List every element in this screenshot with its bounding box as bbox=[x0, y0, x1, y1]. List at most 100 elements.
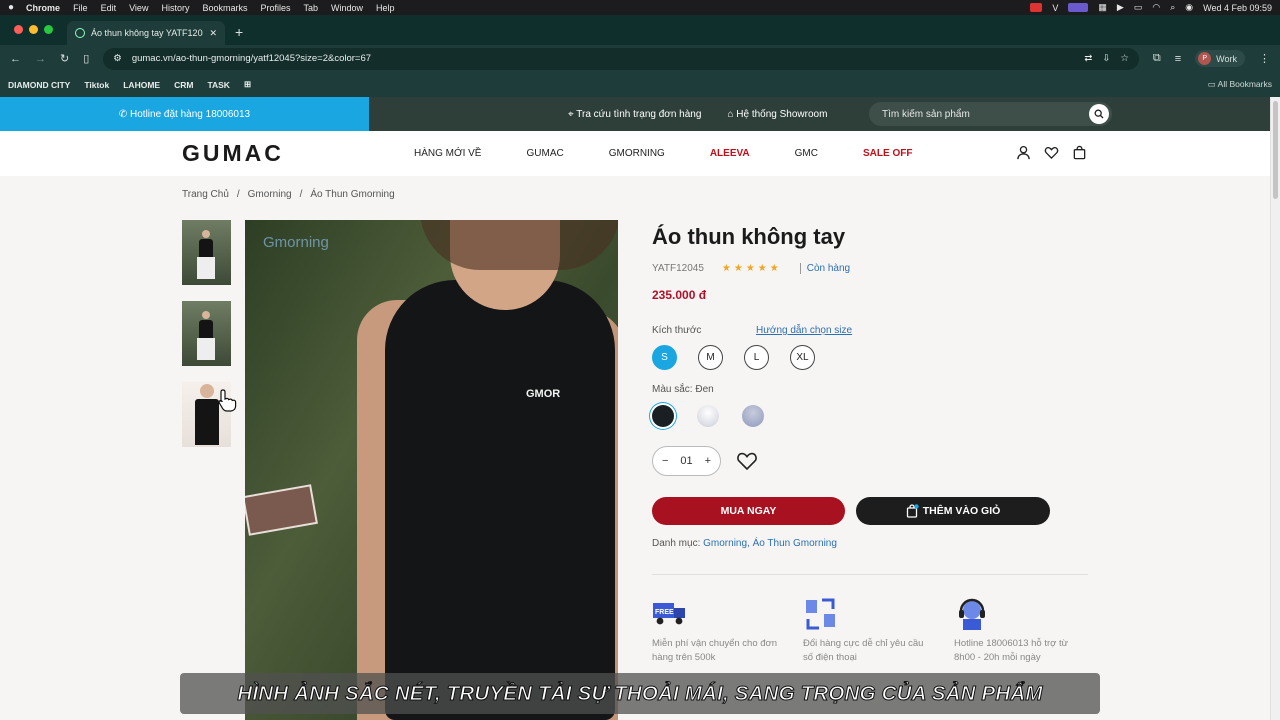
close-tab-icon[interactable]: ✕ bbox=[209, 28, 217, 39]
bookmark-star-icon[interactable]: ☆ bbox=[1120, 53, 1129, 64]
size-option-m[interactable]: M bbox=[698, 345, 723, 370]
color-swatch-white[interactable] bbox=[697, 405, 719, 427]
v-app-icon[interactable]: V bbox=[1052, 3, 1058, 13]
size-options: S M L XL bbox=[652, 345, 815, 370]
nav-sale-off[interactable]: SALE OFF bbox=[863, 148, 912, 159]
site-search[interactable]: Tìm kiếm sản phẩm bbox=[869, 102, 1112, 126]
showroom-link[interactable]: ⌂ Hệ thống Showroom bbox=[727, 109, 827, 120]
bookmark-lahome[interactable]: LAHOME bbox=[123, 80, 160, 90]
menu-file[interactable]: File bbox=[73, 3, 88, 13]
site-info-icon[interactable]: ⚙ bbox=[113, 53, 122, 64]
recording-icon[interactable] bbox=[1030, 3, 1043, 12]
buy-now-button[interactable]: MUA NGAY bbox=[652, 497, 845, 525]
bookmark-tiktok[interactable]: Tiktok bbox=[84, 80, 109, 90]
shopping-bag-icon[interactable] bbox=[1072, 145, 1087, 160]
nav-new-arrivals[interactable]: HÀNG MỚI VỀ bbox=[414, 148, 481, 159]
qty-decrease-button[interactable]: − bbox=[662, 455, 668, 467]
breadcrumb-home[interactable]: Trang Chủ bbox=[182, 189, 229, 200]
battery-icon[interactable]: ▭ bbox=[1134, 2, 1143, 13]
qty-value[interactable]: 01 bbox=[680, 455, 692, 467]
wishlist-heart-icon[interactable] bbox=[1044, 145, 1059, 160]
new-tab-button[interactable]: + bbox=[225, 24, 253, 45]
menu-chrome[interactable]: Chrome bbox=[26, 3, 60, 13]
screen-share-icon[interactable] bbox=[1068, 3, 1089, 12]
menu-tab[interactable]: Tab bbox=[304, 3, 319, 13]
nav-aleeva[interactable]: ALEEVA bbox=[710, 148, 750, 159]
apps-grid-icon[interactable]: ⊞ bbox=[244, 79, 251, 90]
search-button[interactable] bbox=[1089, 104, 1109, 124]
control-center-icon[interactable]: ◉ bbox=[1185, 2, 1193, 13]
menu-history[interactable]: History bbox=[161, 3, 189, 13]
zoom-window-button[interactable] bbox=[44, 25, 53, 34]
browser-tab-active[interactable]: Áo thun không tay YATF1204 ✕ bbox=[67, 21, 225, 45]
category-links[interactable]: Gmorning, Áo Thun Gmorning bbox=[703, 538, 837, 549]
spotlight-icon[interactable]: ⌕ bbox=[1170, 2, 1175, 13]
keyboard-icon[interactable]: ▦ bbox=[1098, 2, 1107, 13]
install-icon[interactable]: ⇩ bbox=[1102, 53, 1110, 64]
nav-gmc[interactable]: GMC bbox=[795, 148, 818, 159]
size-option-s[interactable]: S bbox=[652, 345, 677, 370]
page-scrollbar[interactable] bbox=[1270, 97, 1280, 720]
feature-hotline-text: Hotline 18006013 hỗ trợ từ 8h00 - 20h mỗ… bbox=[954, 638, 1068, 663]
more-menu-icon[interactable]: ⋮ bbox=[1259, 52, 1270, 65]
profile-button[interactable]: P Work bbox=[1195, 50, 1245, 67]
menu-profiles[interactable]: Profiles bbox=[260, 3, 290, 13]
reload-icon[interactable]: ↻ bbox=[60, 52, 69, 65]
apple-icon[interactable]: ● bbox=[8, 2, 14, 13]
close-window-button[interactable] bbox=[14, 25, 23, 34]
forward-icon[interactable]: → bbox=[35, 53, 46, 65]
bookmarks-bar: DIAMOND CITY Tiktok LAHOME CRM TASK ⊞ ▭ … bbox=[0, 72, 1280, 97]
bookmark-crm[interactable]: CRM bbox=[174, 80, 193, 90]
back-icon[interactable]: ← bbox=[10, 53, 21, 65]
window-controls bbox=[0, 25, 63, 45]
url-text[interactable]: gumac.vn/ao-thun-gmorning/yatf12045?size… bbox=[132, 53, 371, 64]
main-menu: HÀNG MỚI VỀ GUMAC GMORNING ALEEVA GMC SA… bbox=[414, 131, 912, 176]
all-bookmarks[interactable]: ▭ All Bookmarks bbox=[1208, 79, 1272, 90]
order-lookup-link[interactable]: ⌖ Tra cứu tình trạng đơn hàng bbox=[568, 109, 701, 120]
menu-help[interactable]: Help bbox=[376, 3, 395, 13]
scrollbar-thumb[interactable] bbox=[1273, 101, 1278, 199]
nav-gumac[interactable]: GUMAC bbox=[526, 148, 563, 159]
hotline-banner[interactable]: ✆ Hotline đặt hàng 18006013 bbox=[0, 97, 369, 131]
play-icon[interactable]: ▶ bbox=[1117, 2, 1124, 13]
site-logo[interactable]: GUMAC bbox=[182, 140, 284, 167]
bookmark-task[interactable]: TASK bbox=[207, 80, 230, 90]
minimize-window-button[interactable] bbox=[29, 25, 38, 34]
search-input[interactable]: Tìm kiếm sản phẩm bbox=[882, 109, 970, 120]
sidebar-icon[interactable]: ▯ bbox=[83, 52, 89, 65]
color-label: Màu sắc: Đen bbox=[652, 384, 714, 395]
menu-window[interactable]: Window bbox=[331, 3, 363, 13]
address-bar[interactable]: ⚙ gumac.vn/ao-thun-gmorning/yatf12045?si… bbox=[103, 47, 1139, 70]
menu-view[interactable]: View bbox=[129, 3, 148, 13]
add-to-cart-button[interactable]: THÊM VÀO GIỎ bbox=[856, 497, 1050, 525]
menu-edit[interactable]: Edit bbox=[101, 3, 117, 13]
thumbnail-1[interactable] bbox=[182, 220, 231, 285]
mouse-hand-cursor-icon bbox=[218, 389, 237, 412]
thumbnail-2[interactable] bbox=[182, 301, 231, 366]
extensions-icon[interactable]: ⧉ bbox=[1153, 52, 1161, 65]
wifi-icon[interactable]: ◠ bbox=[1152, 2, 1160, 13]
bookmark-diamond-city[interactable]: DIAMOND CITY bbox=[8, 80, 70, 90]
menu-bookmarks[interactable]: Bookmarks bbox=[202, 3, 247, 13]
color-swatch-black[interactable] bbox=[652, 405, 674, 427]
size-option-l[interactable]: L bbox=[744, 345, 769, 370]
size-guide-link[interactable]: Hướng dẫn chọn size bbox=[756, 325, 852, 336]
clock[interactable]: Wed 4 Feb 09:59 bbox=[1203, 3, 1272, 13]
section-divider bbox=[652, 574, 1088, 575]
quantity-stepper: − 01 + bbox=[652, 446, 721, 476]
image-watermark: Gmorning bbox=[263, 234, 329, 251]
product-main-image[interactable]: Gmorning GMOR bbox=[245, 220, 618, 720]
breadcrumb-separator: / bbox=[299, 189, 303, 200]
reading-list-icon[interactable]: ≡ bbox=[1175, 53, 1181, 65]
color-swatch-blue[interactable] bbox=[742, 405, 764, 427]
breadcrumb-current: Áo Thun Gmorning bbox=[310, 189, 395, 200]
add-to-wishlist-heart-icon[interactable] bbox=[736, 451, 758, 471]
nav-gmorning[interactable]: GMORNING bbox=[609, 148, 665, 159]
location-icon: ⌂ bbox=[727, 108, 734, 120]
breadcrumb-gmorning[interactable]: Gmorning bbox=[248, 189, 292, 200]
size-option-xl[interactable]: XL bbox=[790, 345, 815, 370]
order-lookup-label: Tra cứu tình trạng đơn hàng bbox=[576, 108, 702, 120]
qty-increase-button[interactable]: + bbox=[705, 455, 711, 467]
user-icon[interactable] bbox=[1016, 145, 1031, 160]
translate-icon[interactable]: ⇄ bbox=[1084, 53, 1092, 64]
